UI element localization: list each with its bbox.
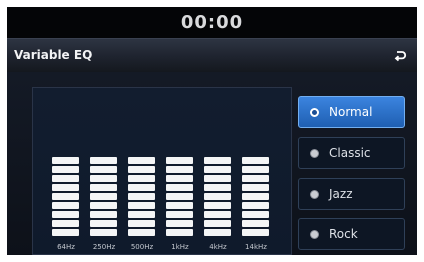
eq-level-segment (52, 157, 79, 164)
eq-band-1khz[interactable] (166, 157, 193, 236)
eq-level-segment (204, 211, 231, 218)
eq-level-segment (166, 202, 193, 209)
eq-level-segment (166, 175, 193, 182)
eq-level-segment (166, 184, 193, 191)
eq-level-segment (52, 202, 79, 209)
page-title: Variable EQ (14, 48, 93, 62)
content-area: 64Hz 250Hz 500Hz 1kHz 4kHz 14kHz Normal … (7, 72, 417, 255)
eq-level-segment (128, 220, 155, 227)
eq-level-segment (166, 229, 193, 236)
preset-label: Normal (329, 105, 373, 119)
eq-level-segment (242, 157, 269, 164)
eq-level-segment (52, 220, 79, 227)
eq-band-4khz[interactable] (204, 157, 231, 236)
eq-level-segment (242, 202, 269, 209)
eq-level-segment (204, 202, 231, 209)
radio-dot-icon (310, 190, 319, 199)
preset-button-rock[interactable]: Rock (298, 218, 405, 250)
preset-button-jazz[interactable]: Jazz (298, 178, 405, 210)
eq-level-segment (204, 157, 231, 164)
eq-level-segment (128, 229, 155, 236)
eq-level-segment (90, 211, 117, 218)
eq-level-segment (90, 157, 117, 164)
eq-level-segment (242, 175, 269, 182)
preset-button-classic[interactable]: Classic (298, 137, 405, 169)
back-arrow-icon (394, 50, 407, 61)
eq-level-segment (204, 193, 231, 200)
eq-band-500hz[interactable] (128, 157, 155, 236)
eq-band-64hz[interactable] (52, 157, 79, 236)
preset-label: Rock (329, 227, 358, 241)
eq-level-segment (128, 157, 155, 164)
eq-level-segment (52, 229, 79, 236)
eq-band-label: 14kHz (245, 243, 267, 251)
eq-level-segment (52, 193, 79, 200)
back-button[interactable] (383, 39, 417, 72)
eq-level-segment (128, 202, 155, 209)
eq-level-segment (242, 229, 269, 236)
eq-band-250hz[interactable] (90, 157, 117, 236)
eq-level-segment (204, 229, 231, 236)
eq-level-segment (52, 175, 79, 182)
eq-level-segment (204, 175, 231, 182)
eq-level-segment (166, 157, 193, 164)
eq-level-segment (166, 220, 193, 227)
clock: 00:00 (180, 12, 244, 33)
eq-level-segment (204, 166, 231, 173)
eq-level-segment (90, 184, 117, 191)
eq-level-segment (128, 184, 155, 191)
eq-level-segment (204, 184, 231, 191)
preset-label: Classic (329, 146, 371, 160)
eq-level-segment (90, 202, 117, 209)
radio-dot-icon (310, 108, 319, 117)
eq-level-segment (52, 184, 79, 191)
eq-level-segment (128, 166, 155, 173)
radio-dot-icon (310, 149, 319, 158)
eq-level-segment (90, 175, 117, 182)
eq-level-segment (52, 166, 79, 173)
eq-level-segment (242, 220, 269, 227)
eq-level-segment (90, 220, 117, 227)
eq-level-segment (90, 229, 117, 236)
eq-level-segment (166, 166, 193, 173)
eq-level-segment (90, 193, 117, 200)
eq-level-segment (242, 211, 269, 218)
eq-level-segment (242, 166, 269, 173)
preset-button-normal[interactable]: Normal (298, 96, 405, 128)
eq-level-segment (52, 211, 79, 218)
preset-label: Jazz (329, 187, 353, 201)
title-bar: Variable EQ (7, 38, 417, 73)
eq-panel: 64Hz 250Hz 500Hz 1kHz 4kHz 14kHz (32, 87, 292, 255)
eq-level-segment (128, 193, 155, 200)
radio-dot-icon (310, 230, 319, 239)
eq-level-segment (128, 211, 155, 218)
screen: 00:00 Variable EQ 64Hz 250Hz 500Hz 1kHz … (7, 7, 417, 255)
eq-band-14khz[interactable] (242, 157, 269, 236)
eq-level-segment (242, 184, 269, 191)
eq-level-segment (128, 175, 155, 182)
status-bar: 00:00 (7, 7, 417, 38)
eq-level-segment (90, 166, 117, 173)
eq-level-segment (204, 220, 231, 227)
eq-level-segment (242, 193, 269, 200)
eq-level-segment (166, 193, 193, 200)
eq-level-segment (166, 211, 193, 218)
